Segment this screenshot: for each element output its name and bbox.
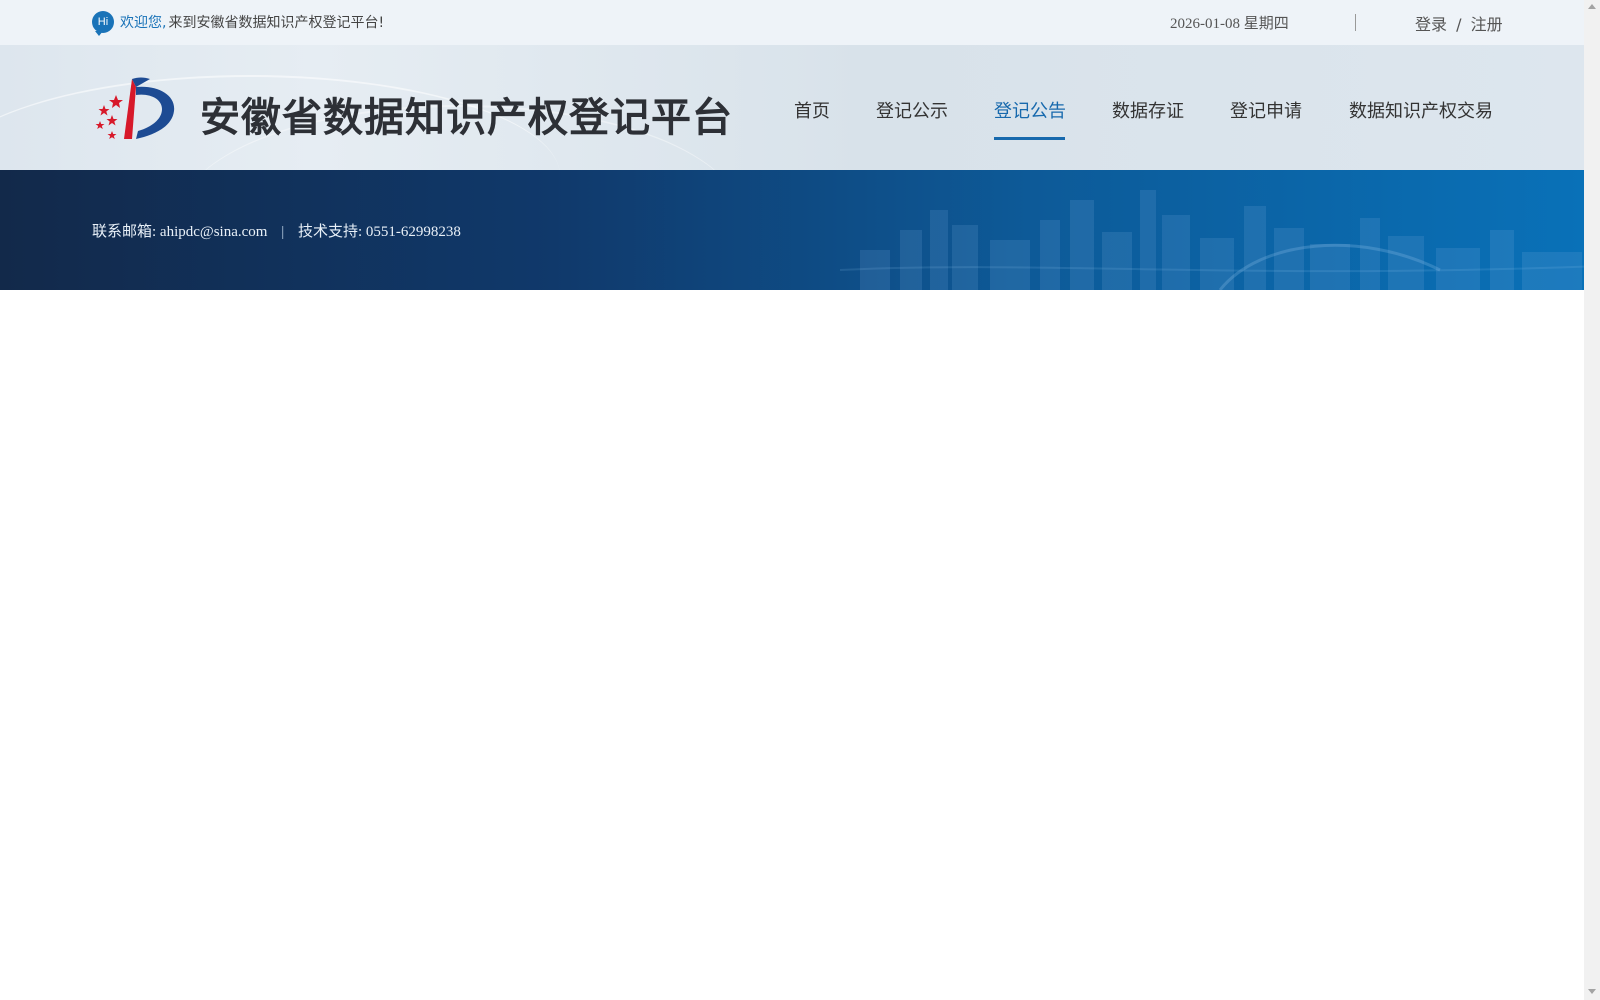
site-header: 安徽省数据知识产权登记平台 首页 登记公示 登记公告 数据存证 登记申请 数据知… <box>0 45 1584 170</box>
page: Hi 欢迎您, 来到安徽省数据知识产权登记平台! 2026-01-08 星期四 … <box>0 0 1584 1000</box>
top-utility-bar: Hi 欢迎您, 来到安徽省数据知识产权登记平台! 2026-01-08 星期四 … <box>0 0 1584 45</box>
contact-email[interactable]: ahipdc@sina.com <box>160 224 268 240</box>
login-link[interactable]: 登录 <box>1415 15 1447 34</box>
scroll-down-arrow-icon[interactable] <box>1588 989 1596 994</box>
support-label: 技术支持: <box>297 224 363 240</box>
site-title: 安徽省数据知识产权登记平台 <box>200 95 733 141</box>
hi-chat-icon: Hi <box>92 11 114 36</box>
contact-info: 联系邮箱: ahipdc@sina.com | 技术支持: 0551-62998… <box>92 220 461 241</box>
nav-data-deposit[interactable]: 数据存证 <box>1112 97 1184 123</box>
contact-separator: | <box>281 224 285 240</box>
auth-separator: / <box>1456 15 1462 34</box>
register-link[interactable]: 注册 <box>1471 15 1503 34</box>
vertical-scrollbar[interactable] <box>1584 0 1600 1000</box>
email-label: 联系邮箱: <box>92 224 157 240</box>
platform-logo-icon[interactable] <box>92 73 178 143</box>
nav-registration-application[interactable]: 登记申请 <box>1230 97 1302 123</box>
scroll-up-arrow-icon[interactable] <box>1588 4 1596 9</box>
welcome-message: Hi 欢迎您, 来到安徽省数据知识产权登记平台! <box>92 11 385 36</box>
current-date: 2026-01-08 星期四 <box>1170 16 1289 32</box>
city-skyline-decoration <box>840 190 1584 290</box>
active-nav-underline <box>994 137 1065 140</box>
nav-registration-announcement[interactable]: 登记公告 <box>994 97 1066 123</box>
welcome-prefix: 欢迎您, <box>120 15 167 31</box>
topbar-divider <box>1355 14 1356 31</box>
contact-banner: 联系邮箱: ahipdc@sina.com | 技术支持: 0551-62998… <box>0 170 1584 290</box>
nav-ip-trading[interactable]: 数据知识产权交易 <box>1349 97 1493 123</box>
auth-links: 登录 / 注册 <box>1415 11 1503 35</box>
welcome-text: 来到安徽省数据知识产权登记平台! <box>168 15 385 31</box>
nav-home[interactable]: 首页 <box>794 97 830 123</box>
support-phone: 0551-62998238 <box>365 224 461 240</box>
nav-registration-publicity[interactable]: 登记公示 <box>876 97 948 123</box>
